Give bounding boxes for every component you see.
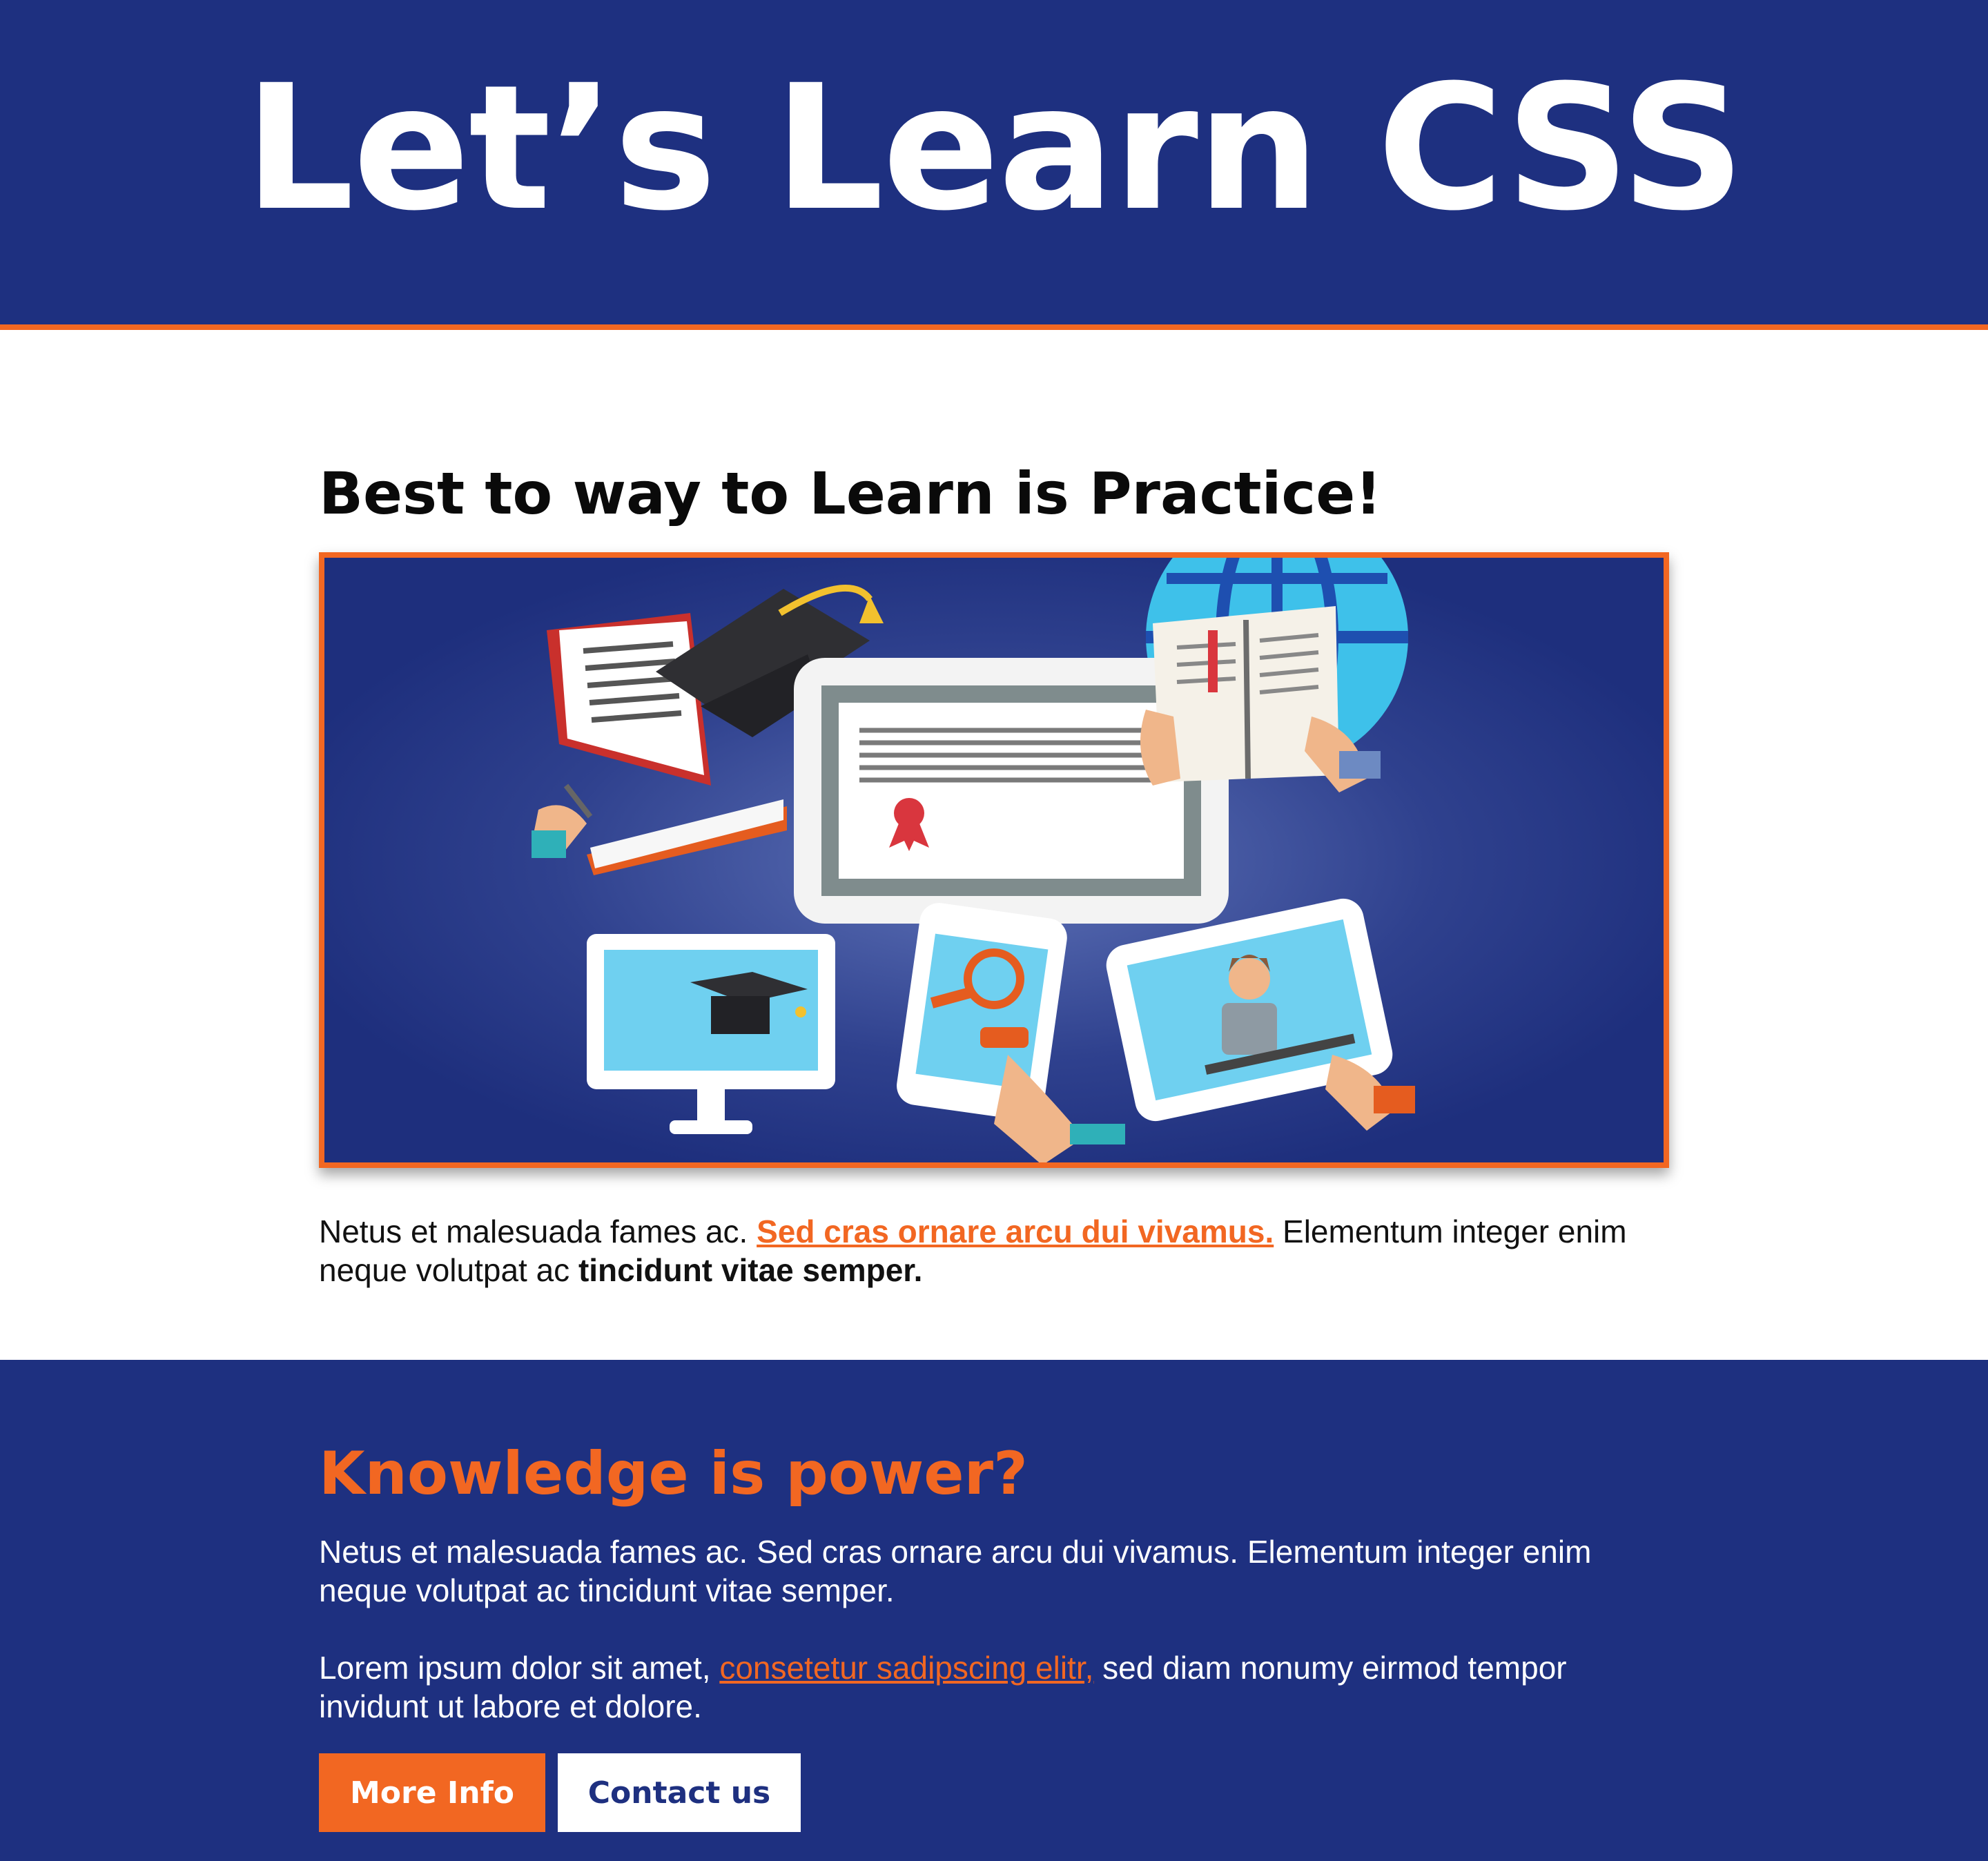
more-info-button[interactable]: More Info [319, 1753, 545, 1832]
intro-paragraph: Netus et malesuada fames ac. Sed cras or… [319, 1212, 1669, 1289]
knowledge-paragraph-1: Netus et malesuada fames ac. Sed cras or… [319, 1534, 1592, 1608]
main-section: Best to way to Learn is Practice! Netus … [319, 456, 1669, 1288]
learning-illustration [319, 552, 1669, 1168]
intro-lead: Netus et malesuada fames ac. [319, 1214, 757, 1249]
section-heading: Best to way to Learn is Practice! [319, 460, 1382, 527]
intro-bold: tincidunt vitae semper. [578, 1252, 923, 1288]
knowledge-section: Knowledge is power? Netus et malesuada f… [0, 1360, 1988, 1861]
intro-link[interactable]: Sed cras ornare arcu dui vivamus. [757, 1214, 1274, 1249]
page: Let’s Learn CSS Best to way to Learn is … [0, 0, 1988, 1861]
hero-header: Let’s Learn CSS [0, 0, 1988, 330]
knowledge-lead: Lorem ipsum dolor sit amet, [319, 1650, 720, 1686]
learning-illustration-graphic [324, 558, 1664, 1162]
knowledge-content: Knowledge is power? Netus et malesuada f… [319, 1436, 1669, 1832]
contact-us-button[interactable]: Contact us [558, 1753, 801, 1832]
page-title: Let’s Learn CSS [244, 48, 1745, 249]
knowledge-heading: Knowledge is power? [319, 1439, 1028, 1508]
knowledge-link[interactable]: consetetur sadipscing elitr, [719, 1650, 1093, 1686]
knowledge-paragraph-2: Lorem ipsum dolor sit amet, consetetur s… [319, 1648, 1669, 1726]
button-group: More Info Contact us [319, 1753, 801, 1832]
